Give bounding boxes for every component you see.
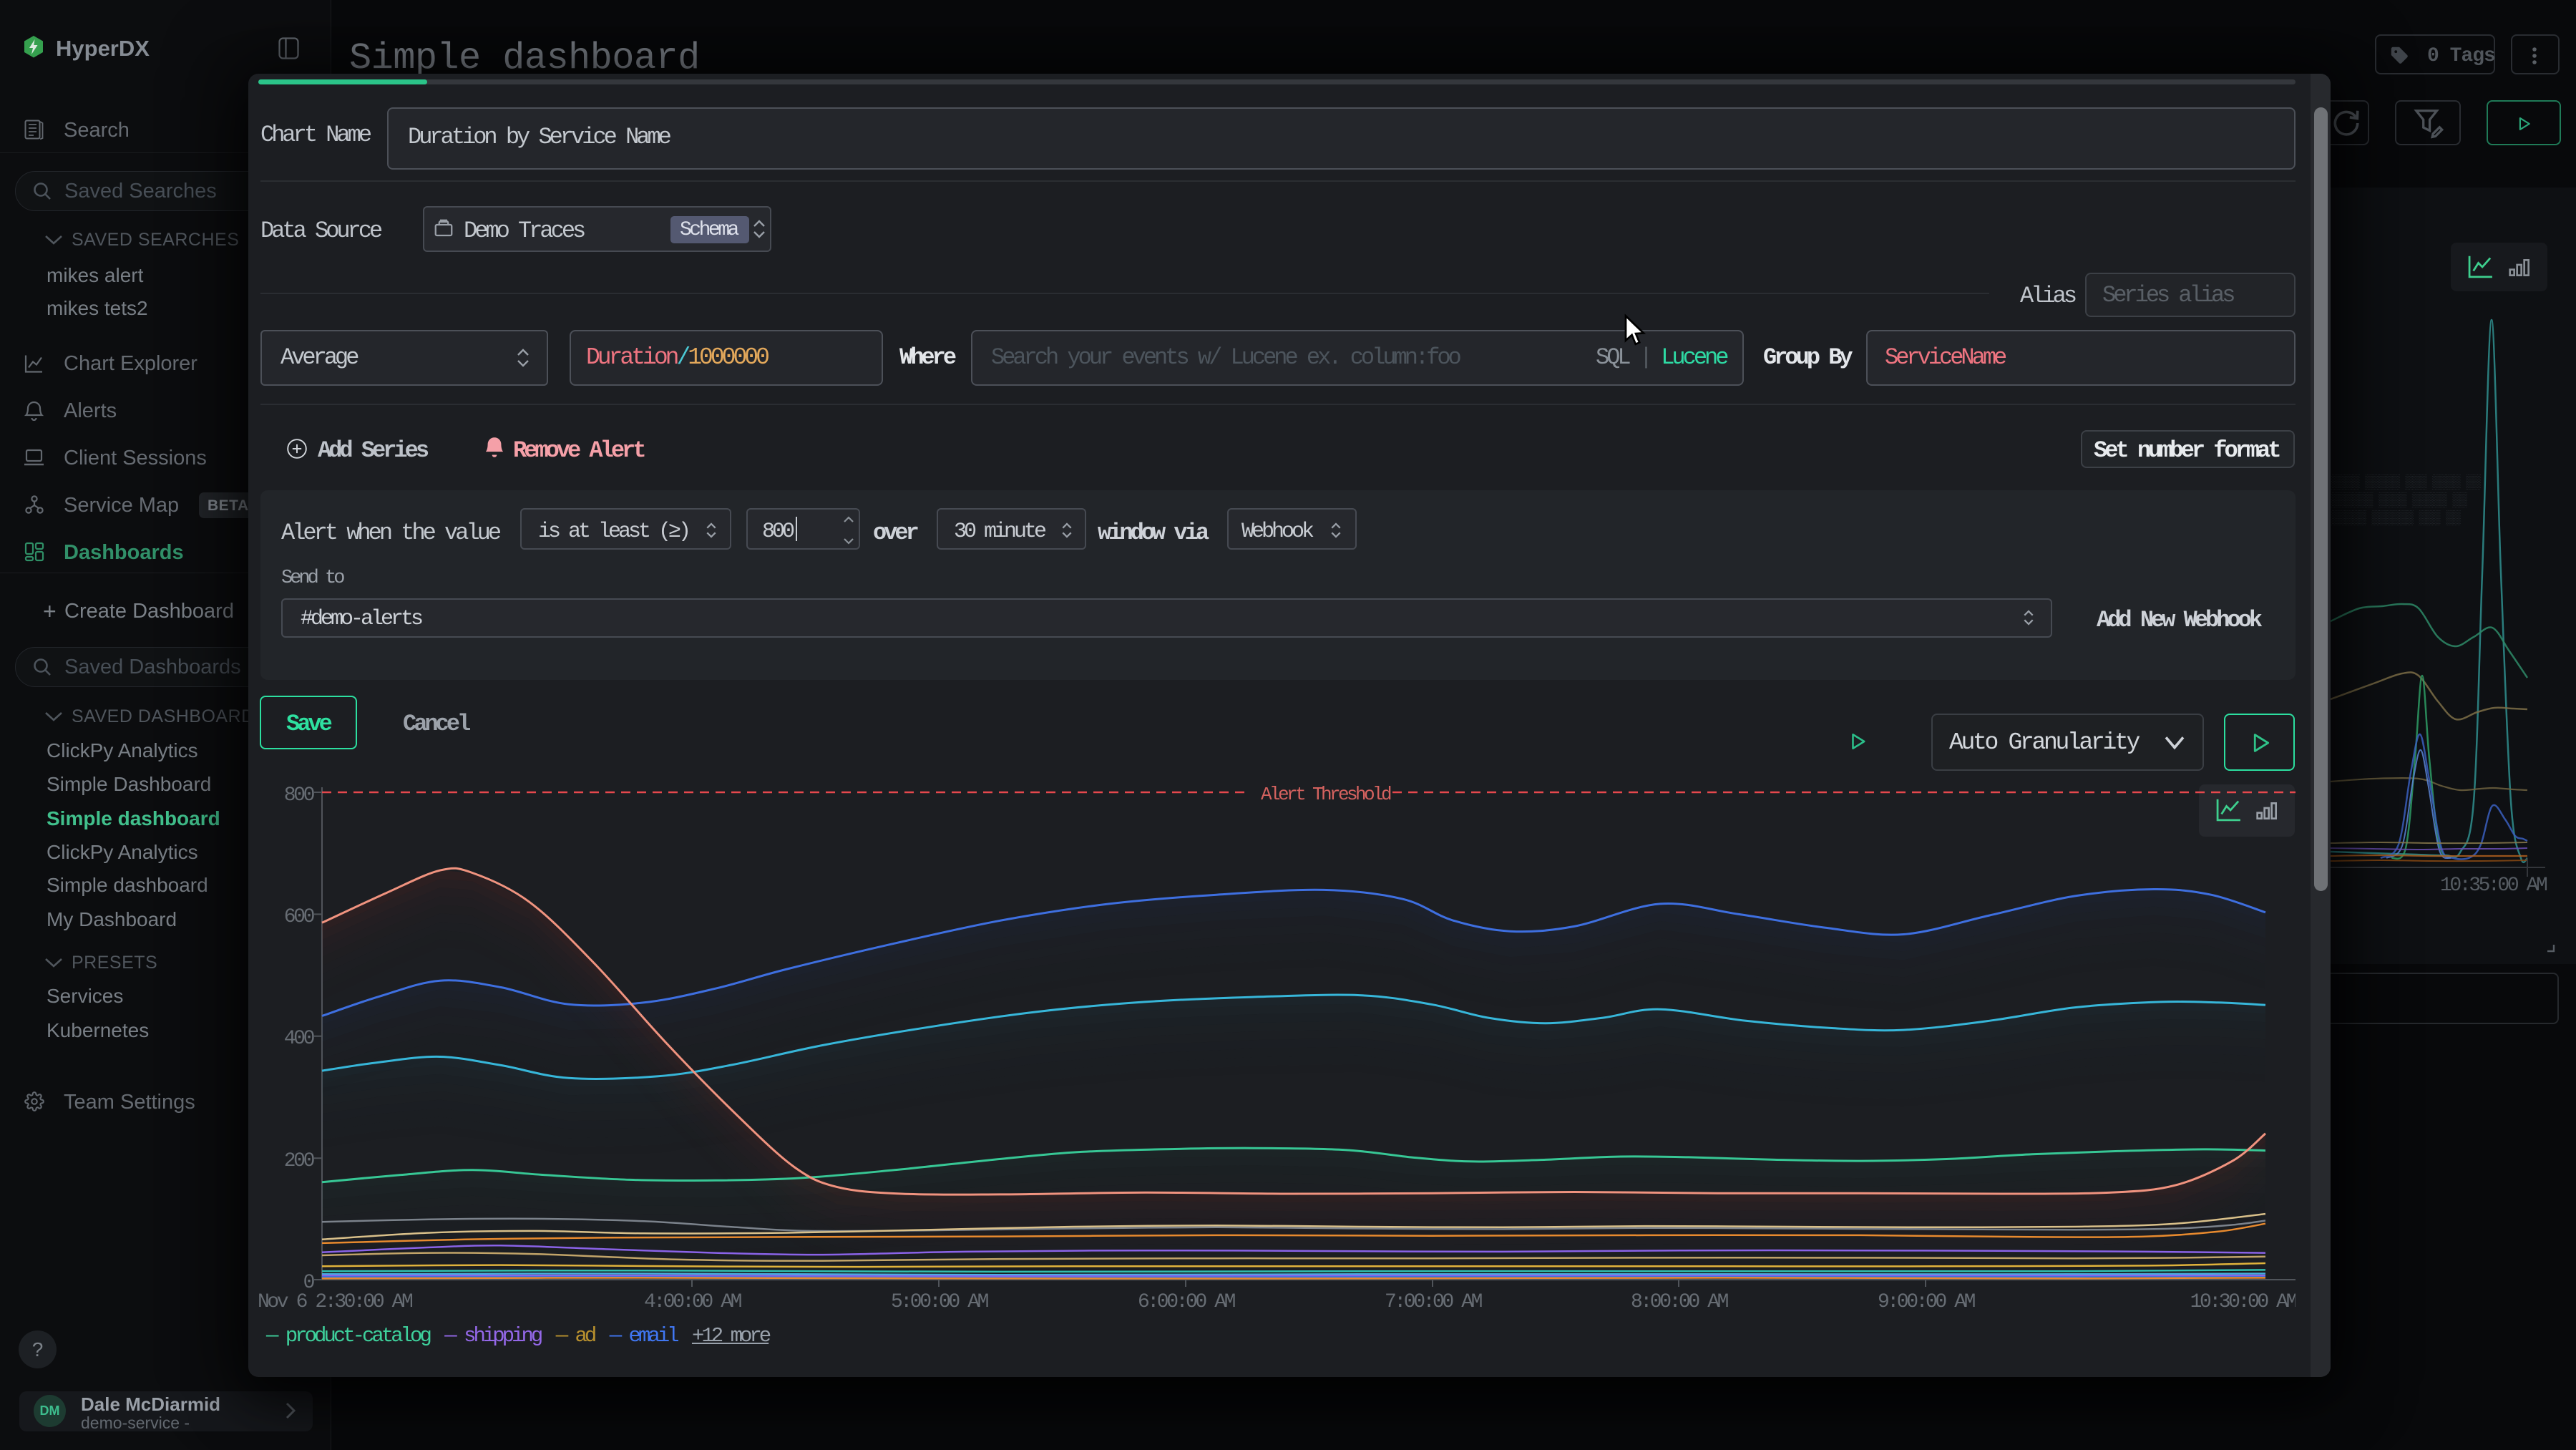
svg-text:10:30:00 AM: 10:30:00 AM xyxy=(2190,1291,2296,1313)
svg-text:Alert Threshold: Alert Threshold xyxy=(1261,784,1391,805)
svg-text:Nov 6 2:30:00 AM: Nov 6 2:30:00 AM xyxy=(258,1291,413,1313)
svg-text:200: 200 xyxy=(284,1150,315,1172)
svg-text:8:00:00 AM: 8:00:00 AM xyxy=(1631,1291,1729,1313)
svg-text:7:00:00 AM: 7:00:00 AM xyxy=(1385,1291,1483,1313)
svg-text:6:00:00 AM: 6:00:00 AM xyxy=(1138,1291,1236,1313)
svg-text:400: 400 xyxy=(284,1028,315,1050)
svg-text:4:00:00 AM: 4:00:00 AM xyxy=(644,1291,742,1313)
svg-text:600: 600 xyxy=(284,906,315,928)
svg-text:5:00:00 AM: 5:00:00 AM xyxy=(891,1291,989,1313)
svg-text:9:00:00 AM: 9:00:00 AM xyxy=(1878,1291,1976,1313)
svg-text:800: 800 xyxy=(284,784,315,807)
